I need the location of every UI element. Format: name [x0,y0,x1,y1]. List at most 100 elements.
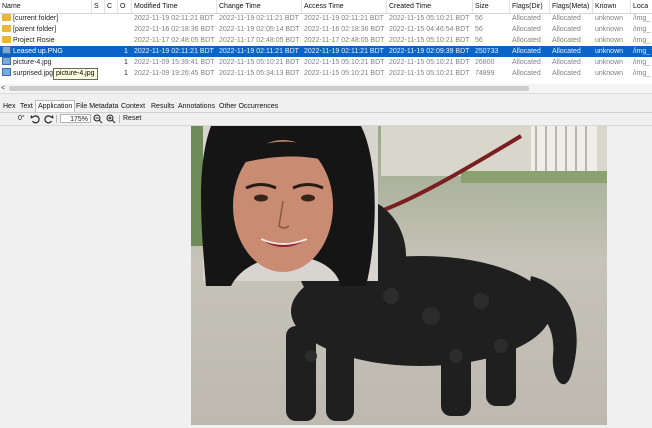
cell-flags-meta: Allocated [552,70,581,77]
tab-application[interactable]: Application [35,100,76,112]
cell-access: 2022-11-15 05:10:21 BDT [304,59,385,66]
table-row[interactable]: picture-4.jpg 1 2022-11-09 15:39:41 BDT 202… [0,57,652,68]
cell-known: unknown [595,26,624,33]
content-viewer-tabs: Hex Text Application File Metadata Conte… [0,100,652,113]
cell-flags-dir: Allocated [512,37,541,44]
cell-location: /img_ [633,70,651,77]
cell-location: /img_ [633,48,651,55]
cell-flags-dir: Allocated [512,15,541,22]
tab-annotations[interactable]: Annotations [176,101,217,112]
table-row[interactable]: [parent folder] 2022-11-16 02:18:36 BDT 20… [0,24,652,35]
column-header-known[interactable]: Known [593,0,631,13]
tab-other-occurrences[interactable]: Other Occurrences [217,101,280,112]
column-header-created-time[interactable]: Created Time [387,0,473,13]
cell-change: 2022-11-15 05:10:21 BDT [219,59,300,66]
table-row[interactable]: Project Rosie 2022-11-17 02:48:05 BDT 2022… [0,35,652,46]
zoom-out-icon[interactable] [93,114,103,126]
cell-name: picture-4.jpg [0,57,92,68]
table-header: Name S C O Modified Time Change Time Acc… [0,0,652,14]
cell-flags-meta: Allocated [552,48,581,55]
scrollbar-thumb[interactable] [9,86,529,91]
column-header-flags-dir[interactable]: Flags(Dir) [510,0,550,13]
file-name: [current folder] [13,15,59,22]
tab-file-metadata[interactable]: File Metadata [74,101,120,112]
scroll-left-arrow-icon[interactable]: < [1,84,5,93]
cell-location: /img_ [633,26,651,33]
file-name: Leased up.PNG [13,48,63,55]
cell-flags-meta: Allocated [552,15,581,22]
cell-created: 2022-11-15 05:10:21 BDT [389,70,470,77]
table-row[interactable]: Leased up.PNG 1 2022-11-19 02:11:21 BDT 202… [0,46,652,57]
cell-access: 2022-11-19 02:11:21 BDT [304,15,384,22]
column-header-modified-time[interactable]: Modified Time [132,0,217,13]
cell-name: [current folder] [0,13,92,24]
cell-access: 2022-11-17 02:48:05 BDT [304,37,385,44]
tab-results[interactable]: Results [149,101,176,112]
zoom-field[interactable]: 175% [60,114,91,123]
cell-access: 2022-11-19 02:11:21 BDT [304,48,384,55]
cell-created: 2022-11-15 05:10:21 BDT [389,59,470,66]
cell-change: 2022-11-17 02:48:05 BDT [219,37,300,44]
column-header-o[interactable]: O [118,0,132,13]
cell-o [118,13,132,24]
tab-context[interactable]: Context [119,101,147,112]
horizontal-scrollbar[interactable]: < [0,84,652,94]
cell-created: 2022-11-15 05:10:21 BDT [389,37,470,44]
tab-text[interactable]: Text [18,101,35,112]
cell-modified: 2022-11-19 02:11:21 BDT [134,15,214,22]
column-header-name[interactable]: Name [0,0,92,13]
cell-size: 56 [475,15,483,22]
rotate-right-icon[interactable] [44,114,54,126]
reset-button[interactable]: Reset [123,113,141,125]
cell-change: 2022-11-19 02:11:21 BDT [219,15,299,22]
cell-change: 2022-11-19 02:11:21 BDT [219,48,299,55]
folder-icon [2,14,11,21]
folder-icon [2,36,11,43]
cell-known: unknown [595,70,624,77]
cell-o: 1 [124,48,128,55]
column-header-flags-meta[interactable]: Flags(Meta) [550,0,593,13]
cell-modified: 2022-11-16 02:18:36 BDT [134,26,215,33]
column-header-access-time[interactable]: Access Time [302,0,387,13]
cell-known: unknown [595,59,624,66]
cell-flags-meta: Allocated [552,59,581,66]
cell-flags-meta: Allocated [552,37,581,44]
rotate-left-icon[interactable] [30,114,40,126]
table-row[interactable]: surprised.jpg 1 2022-11-09 19:26:45 BDT 202… [0,68,652,79]
column-header-change-time[interactable]: Change Time [217,0,302,13]
image-file-icon [2,57,11,65]
column-header-size[interactable]: Size [473,0,510,13]
cell-name: [parent folder] [0,24,92,35]
cell-created: 2022-11-15 04:46:54 BDT [389,26,470,33]
cell-access: 2022-11-16 02:18:36 BDT [304,26,385,33]
cell-location: /img_ [633,59,651,66]
cell-size: 56 [475,37,483,44]
cell-access: 2022-11-15 05:10:21 BDT [304,70,385,77]
file-name: surprised.jpg [13,70,54,77]
cell-name: Leased up.PNG [0,46,92,57]
file-name: picture-4.jpg [13,59,52,66]
cell-change: 2022-11-15 05:34:13 BDT [219,70,300,77]
cell-modified: 2022-11-09 15:39:41 BDT [134,59,215,66]
cell-change: 2022-11-19 02:05:14 BDT [219,26,300,33]
tab-hex[interactable]: Hex [1,101,17,112]
cell-o [118,35,132,46]
table-row[interactable]: [current folder] 2022-11-19 02:11:21 BDT 2… [0,13,652,24]
column-header-location[interactable]: Loca [631,0,652,13]
column-header-s[interactable]: S [92,0,105,13]
displayed-image [191,126,607,425]
cell-o: 1 [124,70,128,77]
cell-size: 26800 [475,59,495,66]
cell-location: /img_ [633,37,651,44]
image-viewer-toolbar: 0° 175% Reset [0,113,652,126]
cell-flags-dir: Allocated [512,59,541,66]
toolbar-separator [119,115,120,123]
file-table: Name S C O Modified Time Change Time Acc… [0,0,652,85]
cell-known: unknown [595,15,624,22]
zoom-in-icon[interactable] [106,114,116,126]
image-file-icon [2,46,11,54]
cell-size: 56 [475,26,483,33]
cell-size: 74899 [475,70,495,77]
cell-created: 2022-11-19 02:09:39 BDT [389,48,470,55]
column-header-c[interactable]: C [105,0,118,13]
